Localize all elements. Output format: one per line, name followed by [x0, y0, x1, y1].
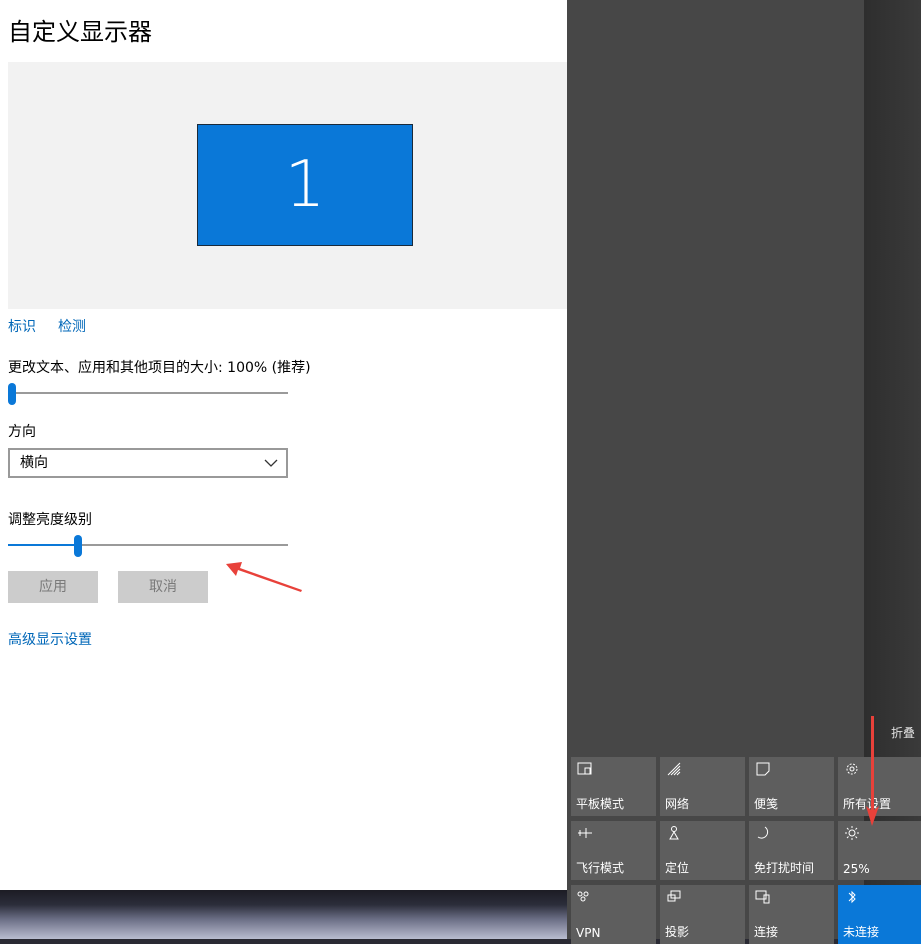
quick-action-tile[interactable]: 未连接: [838, 885, 921, 944]
quick-action-label: 投影: [665, 925, 690, 939]
quick-action-label: 未连接: [843, 925, 880, 939]
quick-action-label: 飞行模式: [576, 861, 625, 875]
tablet-mode-icon: [577, 762, 592, 775]
display-arrangement-area: 1: [8, 62, 567, 309]
quick-action-label: 25%: [843, 862, 870, 876]
quick-action-tile[interactable]: 连接: [749, 885, 834, 944]
project-icon: [667, 890, 681, 902]
display-settings-panel: 自定义显示器 1 标识 检测 更改文本、应用和其他项目的大小: 100% (推荐…: [0, 0, 567, 890]
detect-link[interactable]: 检测: [58, 316, 86, 336]
annotation-arrow-down-icon: [866, 716, 879, 826]
quick-action-tile[interactable]: 网络: [660, 757, 745, 816]
brightness-icon: [845, 826, 859, 840]
airplane-icon: [578, 828, 592, 838]
quick-action-label: 网络: [665, 797, 690, 811]
collapse-link[interactable]: 折叠: [891, 724, 915, 741]
brightness-slider-thumb[interactable]: [74, 535, 82, 557]
monitor-1-tile[interactable]: 1: [197, 124, 413, 246]
scale-slider-thumb[interactable]: [8, 383, 16, 405]
quick-action-tile[interactable]: 定位: [660, 821, 745, 880]
brightness-slider[interactable]: [8, 535, 288, 557]
quick-action-tile[interactable]: 便笺: [749, 757, 834, 816]
desktop-wallpaper-strip: [0, 890, 567, 939]
gear-icon: [846, 763, 858, 775]
annotation-arrow-icon: [226, 562, 302, 592]
quick-action-tile[interactable]: 投影: [660, 885, 745, 944]
quick-action-label: 定位: [665, 861, 690, 875]
quick-action-tile[interactable]: VPN: [571, 885, 656, 944]
location-icon: [669, 826, 679, 840]
moon-icon: [757, 826, 769, 839]
orientation-value: 横向: [20, 455, 48, 471]
quick-action-tile[interactable]: 飞行模式: [571, 821, 656, 880]
action-center-panel: 折叠 平板模式 网络 便笺 所有设置 飞行模式 定位 免打扰时间 25% VPN 投影 连接 未连接: [567, 0, 921, 944]
quick-action-label: 平板模式: [576, 797, 625, 811]
quick-action-label: 连接: [754, 925, 779, 939]
advanced-display-settings-link[interactable]: 高级显示设置: [8, 629, 92, 649]
connect-icon: [755, 890, 770, 904]
scale-label: 更改文本、应用和其他项目的大小: 100% (推荐): [8, 360, 311, 376]
quick-action-label: 免打扰时间: [754, 861, 815, 875]
scale-slider[interactable]: [8, 383, 288, 405]
chevron-down-icon: [264, 459, 278, 467]
quick-action-tile[interactable]: 平板模式: [571, 757, 656, 816]
cancel-button[interactable]: 取消: [118, 571, 208, 603]
apply-button[interactable]: 应用: [8, 571, 98, 603]
orientation-label: 方向: [8, 424, 36, 440]
vpn-icon: [577, 891, 589, 902]
quick-action-tile[interactable]: 25%: [838, 821, 921, 880]
quick-action-label: VPN: [576, 926, 601, 940]
note-icon: [756, 762, 770, 776]
brightness-label: 调整亮度级别: [8, 512, 92, 528]
quick-action-label: 便笺: [754, 797, 779, 811]
scale-slider-track: [8, 392, 288, 394]
page-title: 自定义显示器: [8, 18, 152, 46]
bluetooth-icon: [848, 890, 856, 904]
quick-action-tile[interactable]: 免打扰时间: [749, 821, 834, 880]
orientation-dropdown[interactable]: 横向: [8, 448, 288, 478]
identify-link[interactable]: 标识: [8, 316, 36, 336]
network-icon: [667, 762, 681, 776]
brightness-slider-fill: [8, 544, 78, 546]
